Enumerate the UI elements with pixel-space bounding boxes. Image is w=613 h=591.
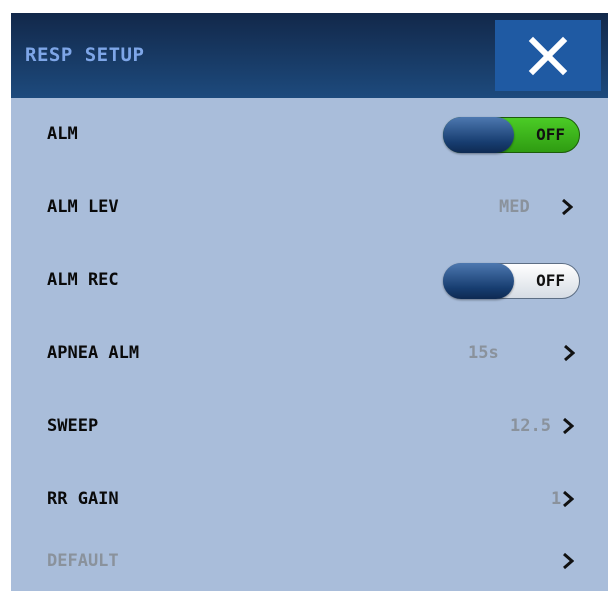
- apnea-alm-value: 15s: [468, 343, 499, 363]
- chevron-right-icon: [562, 198, 573, 216]
- chevron-right-icon: [563, 552, 574, 570]
- row-apnea-alm[interactable]: APNEA ALM 15s: [11, 320, 608, 386]
- close-icon: [528, 36, 568, 76]
- row-alm-rec: ALM REC OFF: [11, 247, 608, 313]
- toggle-knob: [443, 117, 514, 153]
- dialog-header: RESP SETUP: [11, 13, 608, 98]
- toggle-state: OFF: [536, 271, 565, 290]
- row-label-alm-rec: ALM REC: [47, 270, 119, 290]
- row-alm: ALM OFF: [11, 101, 608, 167]
- resp-setup-dialog: RESP SETUP ALM OFF ALM LEV MED ALM REC O…: [11, 13, 608, 591]
- sweep-value: 12.5: [510, 416, 551, 436]
- row-label-sweep: SWEEP: [47, 416, 99, 436]
- chevron-right-icon: [563, 417, 574, 435]
- close-button[interactable]: [495, 20, 601, 91]
- row-default[interactable]: DEFAULT: [11, 528, 608, 591]
- toggle-state: OFF: [536, 125, 565, 144]
- row-sweep[interactable]: SWEEP 12.5: [11, 393, 608, 459]
- dialog-title: RESP SETUP: [25, 44, 145, 66]
- row-alm-lev[interactable]: ALM LEV MED: [11, 174, 608, 240]
- alm-lev-value: MED: [499, 197, 530, 217]
- toggle-knob: [443, 263, 514, 299]
- row-label-alm-lev: ALM LEV: [47, 197, 119, 217]
- row-label-apnea-alm: APNEA ALM: [47, 343, 140, 363]
- rr-gain-value: 1: [551, 489, 562, 509]
- chevron-right-icon: [563, 490, 574, 508]
- row-label-alm: ALM: [47, 124, 78, 144]
- row-rr-gain[interactable]: RR GAIN 1: [11, 466, 608, 532]
- chevron-right-icon: [564, 344, 575, 362]
- row-label-default: DEFAULT: [47, 551, 119, 571]
- row-label-rr-gain: RR GAIN: [47, 489, 119, 509]
- alm-rec-toggle[interactable]: OFF: [443, 263, 580, 299]
- alm-toggle[interactable]: OFF: [443, 117, 580, 153]
